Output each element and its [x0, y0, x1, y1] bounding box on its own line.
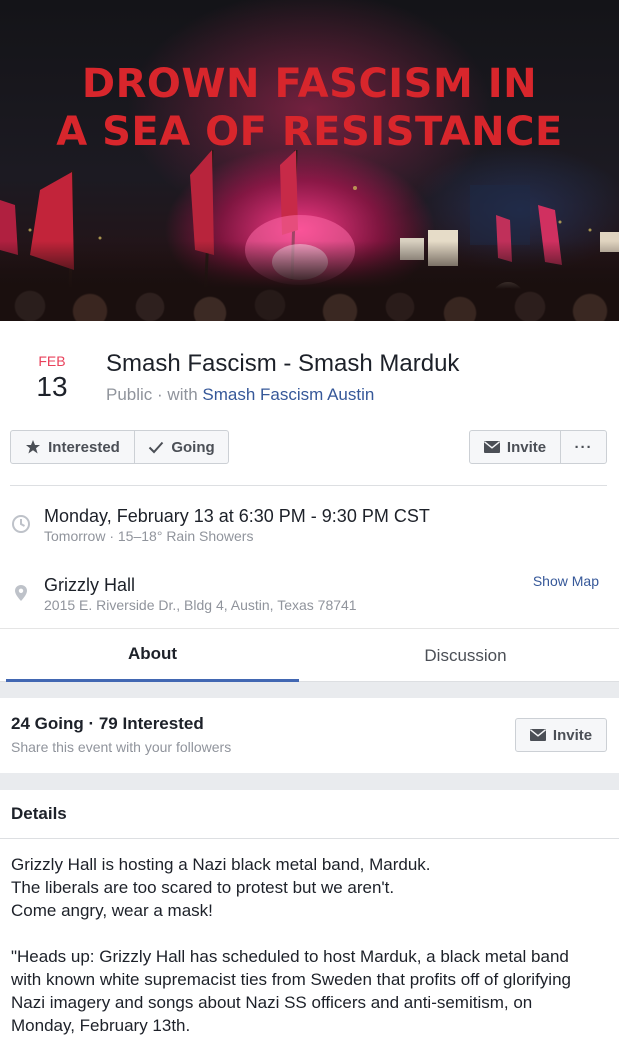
- invite-button[interactable]: Invite: [470, 431, 561, 463]
- interested-label: Interested: [48, 438, 120, 456]
- description-line: Nazi imagery and songs about Nazi SS off…: [11, 993, 533, 1012]
- event-weather: Tomorrow · 15–18° Rain Showers: [44, 528, 254, 544]
- interested-button[interactable]: Interested: [11, 431, 135, 463]
- clock-icon: [12, 515, 30, 533]
- invite-button-group: Invite ···: [469, 430, 607, 464]
- map-pin-icon: [15, 585, 27, 601]
- show-map-link[interactable]: Show Map: [533, 573, 599, 589]
- rsvp-button-group: Interested Going: [10, 430, 229, 464]
- cover-photo[interactable]: DROWN FASCISM IN A SEA OF RESISTANCE: [0, 0, 619, 321]
- section-separator: [0, 682, 619, 698]
- cover-headline-line-1: DROWN FASCISM IN: [81, 61, 538, 107]
- star-icon: [26, 440, 41, 454]
- going-label: Going: [171, 438, 215, 456]
- details-heading: Details: [11, 804, 67, 823]
- invite-followers-label: Invite: [552, 726, 593, 744]
- section-separator: [0, 773, 619, 790]
- description-line: Monday, February 13th.: [11, 1016, 191, 1035]
- divider: [0, 838, 619, 839]
- event-day: 13: [36, 371, 68, 402]
- event-subtitle: Public · with Smash Fascism Austin: [106, 384, 374, 406]
- checkmark-icon: [149, 441, 164, 454]
- envelope-icon: [529, 729, 546, 741]
- event-description: Grizzly Hall is hosting a Nazi black met…: [11, 853, 611, 1037]
- privacy-label: Public: [106, 385, 153, 404]
- cover-headline-line-2: A SEA OF RESISTANCE: [56, 109, 563, 155]
- event-title: Smash Fascism - Smash Marduk: [106, 350, 460, 377]
- attendance-summary[interactable]: 24 Going · 79 Interested: [11, 713, 204, 735]
- going-button[interactable]: Going: [135, 431, 228, 463]
- ellipsis-icon: ···: [574, 438, 593, 456]
- envelope-icon: [483, 441, 500, 453]
- event-month: FEB: [38, 353, 66, 369]
- event-time[interactable]: Monday, February 13 at 6:30 PM - 9:30 PM…: [44, 505, 430, 527]
- more-options-button[interactable]: ···: [561, 431, 606, 463]
- description-line: Come angry, wear a mask!: [11, 901, 213, 920]
- host-link[interactable]: Smash Fascism Austin: [202, 385, 374, 404]
- separator-dot: ·: [152, 385, 168, 404]
- venue-name[interactable]: Grizzly Hall: [44, 574, 135, 596]
- tab-discussion[interactable]: Discussion: [312, 629, 619, 682]
- share-prompt: Share this event with your followers: [11, 739, 232, 755]
- description-line: "Heads up: Grizzly Hall has scheduled to…: [11, 947, 569, 966]
- event-tabs: About Discussion: [0, 628, 619, 682]
- description-line: Grizzly Hall is hosting a Nazi black met…: [11, 855, 431, 874]
- description-line: with known white supremacist ties from S…: [11, 970, 571, 989]
- divider: [10, 485, 607, 486]
- crowd-silhouettes: [0, 241, 619, 321]
- tab-about[interactable]: About: [6, 629, 299, 682]
- venue-address: 2015 E. Riverside Dr., Bldg 4, Austin, T…: [44, 597, 357, 613]
- invite-followers-button[interactable]: Invite: [515, 718, 607, 752]
- invite-label: Invite: [506, 438, 547, 456]
- event-date: FEB 13: [28, 352, 76, 404]
- with-label: with: [167, 385, 198, 404]
- description-line: The liberals are too scared to protest b…: [11, 878, 395, 897]
